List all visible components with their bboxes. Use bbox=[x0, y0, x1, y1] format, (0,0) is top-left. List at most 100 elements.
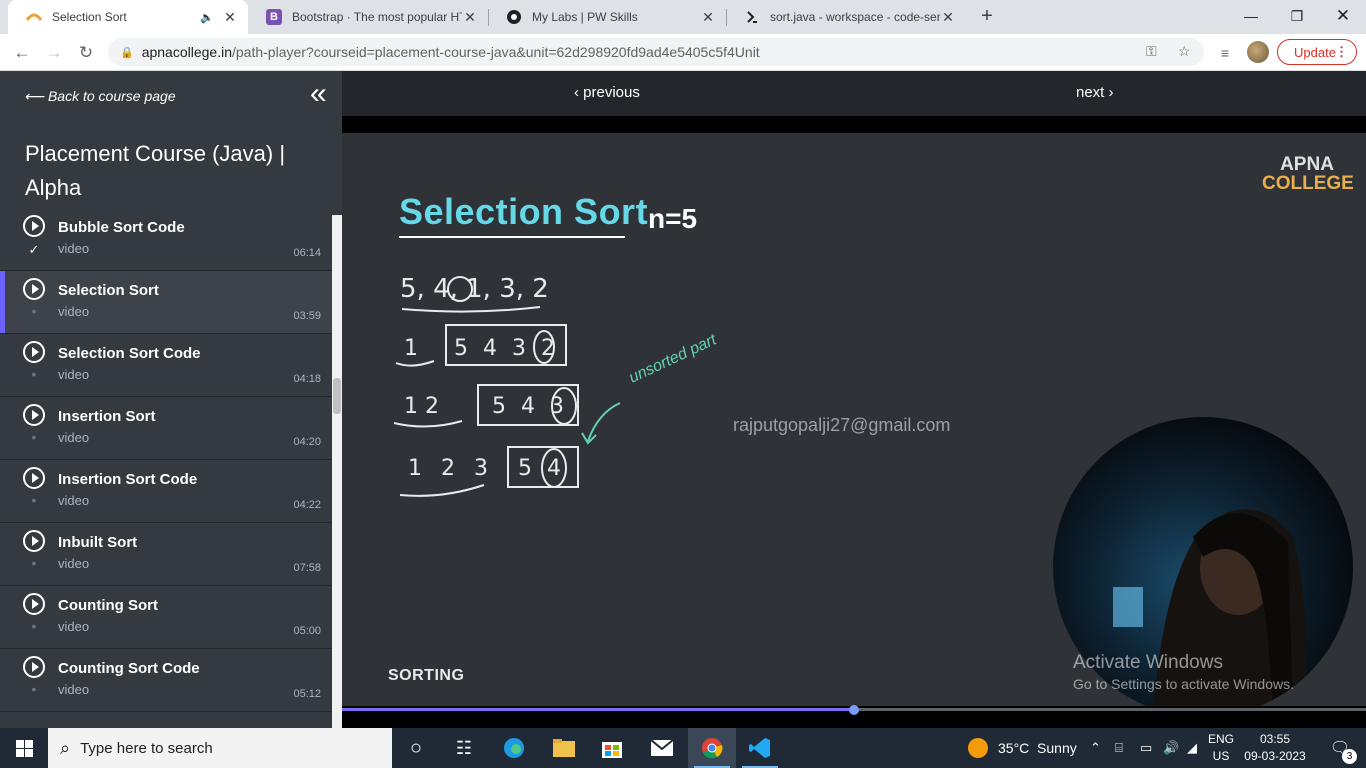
tab-code-server[interactable]: sort.java - workspace - code-server ✕ bbox=[726, 0, 966, 34]
tab-audio-icon[interactable]: 🔈 bbox=[200, 11, 214, 24]
logo-line-1: APNA bbox=[1280, 154, 1334, 175]
lesson-item-bubble-sort-code[interactable]: ✓ Bubble Sort Code video 06:14 bbox=[0, 215, 332, 271]
close-tab-icon[interactable]: ✕ bbox=[462, 9, 478, 26]
video-player[interactable]: Selection Sort n=5 5, 4, 1, 3, 2 1 5 4 3… bbox=[342, 133, 1366, 706]
lesson-item-insertion-sort-code[interactable]: • Insertion Sort Code video 04:22 bbox=[0, 460, 332, 523]
update-button[interactable]: Update ⋮ bbox=[1277, 39, 1357, 65]
previous-label: previous bbox=[583, 84, 640, 101]
lesson-duration: 05:00 bbox=[293, 625, 321, 637]
restore-window-icon[interactable]: ❐ bbox=[1274, 0, 1320, 32]
lesson-item-counting-sort-code[interactable]: • Counting Sort Code video 05:12 bbox=[0, 649, 332, 712]
browser-toolbar: ← → ↻ 🔒 apnacollege.in/path-player?cours… bbox=[0, 34, 1366, 71]
close-window-icon[interactable]: ✕ bbox=[1320, 0, 1366, 32]
close-tab-icon[interactable]: ✕ bbox=[222, 9, 238, 26]
address-bar[interactable]: 🔒 apnacollege.in/path-player?courseid=pl… bbox=[108, 38, 1204, 66]
minimize-window-icon[interactable]: — bbox=[1228, 0, 1274, 32]
url-path: /path-player?courseid=placement-course-j… bbox=[232, 44, 760, 60]
vscode-icon[interactable] bbox=[736, 728, 784, 768]
meet-now-icon[interactable]: ⌸ bbox=[1115, 728, 1123, 768]
close-tab-icon[interactable]: ✕ bbox=[700, 9, 716, 26]
lesson-duration: 04:18 bbox=[293, 373, 321, 385]
weather-widget[interactable]: 35°C Sunny bbox=[968, 728, 1077, 768]
code-server-favicon-icon bbox=[744, 9, 760, 25]
pending-dot-icon: • bbox=[31, 618, 37, 634]
lesson-title: Bubble Sort Code bbox=[58, 219, 185, 236]
course-sidebar: ⟵ Back to course page « Placement Course… bbox=[0, 71, 342, 728]
tab-bootstrap[interactable]: B Bootstrap · The most popular HTML ✕ bbox=[248, 0, 488, 34]
lesson-item-counting-sort[interactable]: • Counting Sort video 05:00 bbox=[0, 586, 332, 649]
slide-title-underline bbox=[399, 236, 625, 238]
next-link[interactable]: next › bbox=[1076, 84, 1114, 101]
sidebar-scrollbar[interactable] bbox=[332, 215, 342, 728]
search-placeholder: Type here to search bbox=[80, 739, 213, 757]
lesson-item-inbuilt-sort[interactable]: • Inbuilt Sort video 07:58 bbox=[0, 523, 332, 586]
battery-icon[interactable]: ▭ bbox=[1140, 728, 1152, 768]
windows-taskbar: ⌕ Type here to search ○ ☷ 35°C Sunny ⌃ ⌸… bbox=[0, 728, 1366, 768]
lesson-item-insertion-sort[interactable]: • Insertion Sort video 04:20 bbox=[0, 397, 332, 460]
wifi-icon[interactable]: ◢ bbox=[1187, 728, 1197, 768]
back-arrow-icon[interactable]: ← bbox=[9, 40, 35, 66]
sorted-bracket-mark bbox=[399, 484, 485, 497]
course-title: Placement Course (Java) | Alpha bbox=[25, 141, 286, 200]
browser-tab-strip: Selection Sort 🔈 ✕ B Bootstrap · The mos… bbox=[0, 0, 1366, 34]
lesson-type: video bbox=[58, 304, 90, 319]
lesson-type: video bbox=[58, 430, 90, 445]
array-underline-mark bbox=[401, 306, 541, 313]
profile-avatar[interactable] bbox=[1247, 41, 1269, 63]
video-progress-bar[interactable] bbox=[342, 705, 1366, 728]
microsoft-store-icon[interactable] bbox=[588, 728, 636, 768]
bookmark-star-icon[interactable]: ☆ bbox=[1178, 43, 1191, 60]
collapse-sidebar-icon[interactable]: « bbox=[310, 79, 327, 109]
windows-start-icon[interactable] bbox=[0, 728, 48, 768]
slide-n-label: n=5 bbox=[648, 203, 698, 234]
reading-list-icon[interactable]: ≡ bbox=[1212, 40, 1238, 66]
chrome-icon[interactable] bbox=[688, 728, 736, 768]
section-label: SORTING bbox=[388, 667, 465, 684]
left-arrow-icon: ⟵ bbox=[24, 88, 48, 104]
progress-scrubber-handle[interactable] bbox=[849, 705, 859, 715]
pending-dot-icon: • bbox=[31, 429, 37, 445]
tab-title: Bootstrap · The most popular HTML bbox=[292, 10, 462, 24]
edge-browser-icon[interactable] bbox=[490, 728, 538, 768]
action-center-icon[interactable]: 🗨 3 bbox=[1320, 728, 1360, 768]
tab-title: sort.java - workspace - code-server bbox=[770, 10, 940, 24]
pending-dot-icon: • bbox=[31, 681, 37, 697]
scrollbar-thumb[interactable] bbox=[333, 378, 341, 414]
notification-count-badge: 3 bbox=[1342, 749, 1357, 764]
key-icon[interactable]: ⚿ bbox=[1146, 43, 1157, 60]
lock-icon[interactable]: 🔒 bbox=[120, 46, 134, 59]
lesson-item-selection-sort-code[interactable]: • Selection Sort Code video 04:18 bbox=[0, 334, 332, 397]
watermark-email: rajputgopalji27@gmail.com bbox=[733, 415, 951, 435]
apna-college-logo: APNA COLLEGE bbox=[1262, 154, 1354, 193]
taskbar-search-input[interactable]: ⌕ Type here to search bbox=[48, 728, 392, 768]
lesson-title: Counting Sort Code bbox=[58, 660, 200, 677]
tab-pw-skills[interactable]: My Labs | PW Skills ✕ bbox=[488, 0, 726, 34]
lesson-type: video bbox=[58, 619, 90, 634]
input-language-indicator[interactable]: ENG US bbox=[1208, 731, 1234, 765]
forward-arrow-icon[interactable]: → bbox=[41, 40, 67, 66]
volume-icon[interactable]: 🔊 bbox=[1163, 728, 1179, 768]
activate-windows-subtitle: Go to Settings to activate Windows. bbox=[1073, 676, 1294, 692]
play-circle-icon bbox=[23, 467, 45, 489]
pending-dot-icon: • bbox=[31, 555, 37, 571]
task-view-icon[interactable]: ☷ bbox=[440, 728, 488, 768]
new-tab-button[interactable]: + bbox=[976, 5, 998, 27]
reload-icon[interactable]: ↻ bbox=[73, 40, 99, 66]
cortana-circle-icon[interactable]: ○ bbox=[392, 728, 440, 768]
show-hidden-icons-chevron-icon[interactable]: ⌃ bbox=[1090, 728, 1101, 768]
mail-icon[interactable] bbox=[638, 728, 686, 768]
clock-date: 09-03-2023 bbox=[1244, 749, 1306, 763]
file-explorer-icon[interactable] bbox=[540, 728, 588, 768]
tab-selection-sort[interactable]: Selection Sort 🔈 ✕ bbox=[8, 0, 248, 34]
pending-dot-icon: • bbox=[31, 303, 37, 319]
taskbar-clock[interactable]: 03:55 09-03-2023 bbox=[1244, 731, 1306, 765]
lang-line-2: US bbox=[1212, 749, 1230, 763]
unsorted-part-text: 5 4 3 2 bbox=[454, 336, 559, 361]
lesson-item-selection-sort[interactable]: • Selection Sort video 03:59 bbox=[0, 271, 332, 334]
close-tab-icon[interactable]: ✕ bbox=[940, 9, 956, 26]
play-circle-icon bbox=[23, 530, 45, 552]
sorted-bracket-mark bbox=[395, 360, 435, 367]
back-to-course-link[interactable]: ⟵ Back to course page bbox=[24, 88, 176, 105]
play-circle-icon bbox=[23, 404, 45, 426]
previous-link[interactable]: ‹ previous bbox=[574, 84, 640, 101]
